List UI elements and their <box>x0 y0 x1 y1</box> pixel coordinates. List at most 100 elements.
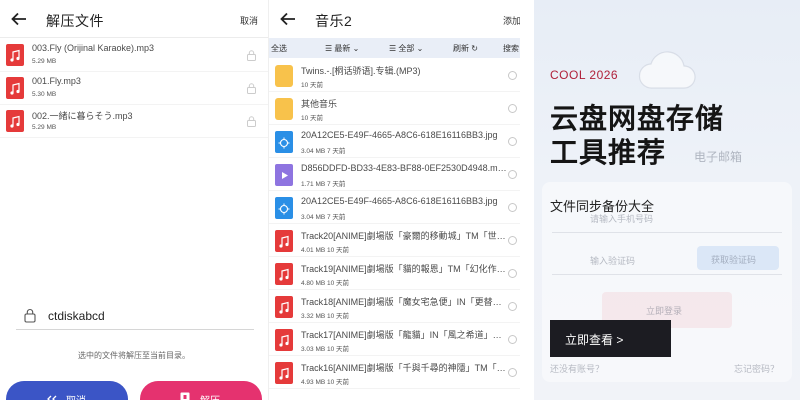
back-arrow-icon[interactable] <box>10 10 28 28</box>
lock-icon <box>247 50 256 61</box>
more-options-icon[interactable] <box>508 269 517 278</box>
file-meta: 3.32 MB 10 天前 <box>301 313 350 320</box>
file-name: D856DDFD-BD33-4E83-BF88-0EF2530D4948.mp4 <box>301 163 507 173</box>
more-options-icon[interactable] <box>508 71 517 80</box>
refresh-label: 刷新 <box>453 44 469 53</box>
double-chevron-icon <box>47 395 57 400</box>
archive-file-row[interactable]: 001.Fly.mp3 5.30 MB <box>0 72 268 105</box>
file-row[interactable]: D856DDFD-BD33-4E83-BF88-0EF2530D4948.mp4… <box>269 159 520 191</box>
select-all-button[interactable]: 全选 <box>271 43 287 54</box>
row-divider <box>269 190 520 191</box>
row-divider <box>269 355 520 356</box>
refresh-icon: ↻ <box>469 44 478 53</box>
file-row[interactable]: 20A12CE5-E49F-4665-A8C6-618E16116BB3.jpg… <box>269 192 520 224</box>
ghost-code-placeholder: 输入验证码 <box>590 256 636 266</box>
more-options-icon[interactable] <box>508 236 517 245</box>
more-options-icon[interactable] <box>508 335 517 344</box>
file-row[interactable]: Track18[ANIME]劇場版「魔女宅急便」IN「更替… 3.32 MB 10… <box>269 291 520 323</box>
file-toolbar: 全选 ☰ 最新 ⌄ ☰ 全部 ⌄ 刷新 ↻ 搜索 <box>269 38 520 58</box>
filter-icon: ☰ <box>389 44 399 53</box>
image-file-icon <box>275 197 293 219</box>
row-divider <box>269 223 520 224</box>
search-button[interactable]: 搜索 <box>503 43 519 54</box>
promo-banner: 电子邮箱 请输入手机号码 输入验证码 获取验证码 立即登录 还没有账号？ 忘记密… <box>534 0 800 400</box>
ghost-no-account: 还没有账号？ <box>550 364 605 374</box>
more-options-icon[interactable] <box>508 137 517 146</box>
sort-dropdown[interactable]: ☰ 最新 ⌄ <box>325 43 359 54</box>
extract-hint: 选中的文件将解压至当前目录。 <box>78 351 190 360</box>
more-options-icon[interactable] <box>508 302 517 311</box>
more-options-icon[interactable] <box>508 203 517 212</box>
cloud-icon <box>638 51 696 89</box>
extract-panel: 解压文件 取消 003.Fly (Orijinal Karaoke).mp3 5.… <box>0 0 268 400</box>
chevron-down-icon: ⌄ <box>350 44 360 53</box>
banner-title: 云盘网盘存储工具推荐 <box>550 103 725 168</box>
file-meta: 3.04 MB 7 天前 <box>301 214 346 221</box>
sort-icon: ☰ <box>325 44 335 53</box>
music-file-icon <box>275 263 293 285</box>
password-value: ctdiskabcd <box>48 309 105 323</box>
file-meta: 5.29 MB <box>32 58 57 65</box>
file-name: Twins.-.[桐话骄语].专辑.(MP3) <box>301 66 421 76</box>
refresh-button[interactable]: 刷新 ↻ <box>453 43 478 54</box>
file-meta: 4.93 MB 10 天前 <box>301 379 350 386</box>
file-meta: 4.01 MB 10 天前 <box>301 247 350 254</box>
banner-subtitle: 文件同步备份大全 <box>550 199 655 214</box>
extract-button[interactable]: 解压 <box>140 381 262 400</box>
file-name: 003.Fly (Orijinal Karaoke).mp3 <box>32 43 155 53</box>
row-divider <box>269 388 520 389</box>
file-name: 其他音乐 <box>301 99 338 109</box>
file-name: 20A12CE5-E49F-4665-A8C6-618E16116BB3.jpg <box>301 130 498 140</box>
archive-file-row[interactable]: 002.一緒に暮らそう.mp3 5.29 MB <box>0 105 268 138</box>
music-file-icon <box>275 296 293 318</box>
file-row[interactable]: Twins.-.[桐话骄语].专辑.(MP3) 10 天前 <box>269 60 520 92</box>
row-divider <box>269 157 520 158</box>
row-divider <box>269 91 520 92</box>
file-name: Track16[ANIME]劇場版「千與千尋的神隱」TM「… <box>301 363 506 373</box>
music-header: 音乐2 添加 <box>269 0 520 38</box>
image-file-icon <box>275 131 293 153</box>
folder-title: 音乐2 <box>315 13 353 29</box>
archive-file-row[interactable]: 003.Fly (Orijinal Karaoke).mp3 5.29 MB <box>0 39 268 72</box>
row-divider <box>269 322 520 323</box>
music-file-icon <box>6 77 24 99</box>
gutter <box>520 0 534 400</box>
file-name: 20A12CE5-E49F-4665-A8C6-618E16116BB3.jpg <box>301 196 498 206</box>
extract-button-label: 解压 <box>200 392 220 400</box>
ghost-get-code-button: 获取验证码 <box>697 246 779 270</box>
password-field[interactable]: ctdiskabcd <box>16 300 254 330</box>
ghost-divider <box>552 232 782 233</box>
extract-icon <box>180 392 190 400</box>
row-divider <box>269 256 520 257</box>
ghost-login-label: 立即登录 <box>646 306 683 316</box>
cancel-button[interactable]: 取消 <box>6 381 128 400</box>
file-meta: 10 天前 <box>301 115 324 122</box>
folder-icon <box>275 98 293 120</box>
file-row[interactable]: 20A12CE5-E49F-4665-A8C6-618E16116BB3.jpg… <box>269 126 520 158</box>
file-row[interactable]: Track20[ANIME]劇場版「豪爾的移動城」TM「世… 4.01 MB 10… <box>269 225 520 257</box>
file-name: Track17[ANIME]劇場版「龍貓」IN「風之希道」… <box>301 330 502 340</box>
ghost-forgot: 忘记密码？ <box>734 364 780 374</box>
file-row[interactable]: Track19[ANIME]劇場版「貓的報恩」TM「幻化作… 4.80 MB 10… <box>269 258 520 290</box>
file-name: Track18[ANIME]劇場版「魔女宅急便」IN「更替… <box>301 297 502 307</box>
row-divider <box>0 137 268 138</box>
file-row[interactable]: Track16[ANIME]劇場版「千與千尋的神隱」TM「… 4.93 MB 10… <box>269 357 520 389</box>
chevron-down-icon: ⌄ <box>414 44 424 53</box>
more-options-icon[interactable] <box>508 104 517 113</box>
file-row[interactable]: 其他音乐 10 天前 <box>269 93 520 125</box>
file-name: 001.Fly.mp3 <box>32 76 81 86</box>
file-row[interactable]: Track17[ANIME]劇場版「龍貓」IN「風之希道」… 3.03 MB 10… <box>269 324 520 356</box>
cancel-link[interactable]: 取消 <box>240 14 258 27</box>
music-file-icon <box>6 110 24 132</box>
add-link[interactable]: 添加 <box>503 14 520 27</box>
more-options-icon[interactable] <box>508 170 517 179</box>
music-panel: 音乐2 添加 全选 ☰ 最新 ⌄ ☰ 全部 ⌄ 刷新 ↻ 搜索 Twins.-.… <box>268 0 520 400</box>
file-name: Track20[ANIME]劇場版「豪爾的移動城」TM「世… <box>301 231 506 241</box>
lock-icon <box>247 116 256 127</box>
filter-dropdown[interactable]: ☰ 全部 ⌄ <box>389 43 423 54</box>
back-arrow-icon[interactable] <box>279 10 297 28</box>
music-file-icon <box>6 44 24 66</box>
file-meta: 5.30 MB <box>32 91 57 98</box>
view-now-button[interactable]: 立即查看 > <box>550 320 671 357</box>
more-options-icon[interactable] <box>508 368 517 377</box>
